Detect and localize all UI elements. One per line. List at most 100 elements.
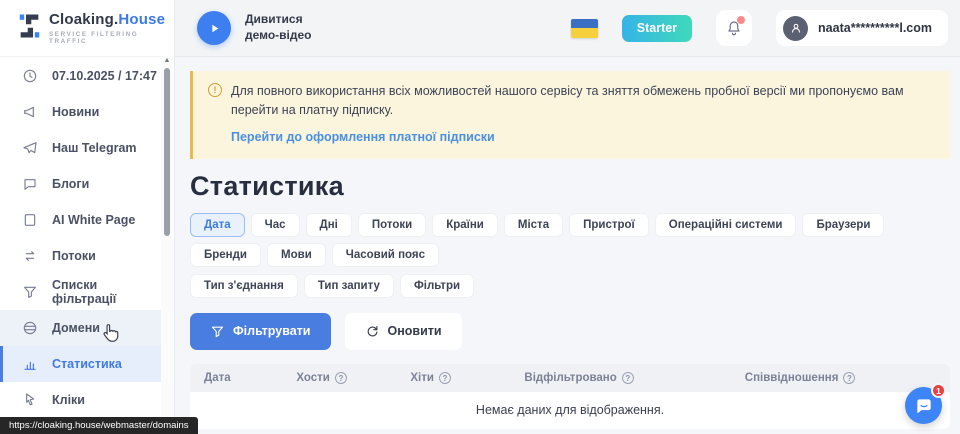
megaphone-icon — [22, 104, 38, 120]
chat-widget-button[interactable]: 1 — [905, 387, 942, 424]
help-icon[interactable]: ? — [335, 372, 347, 384]
play-icon — [208, 22, 221, 35]
sidebar-item-label: Блоги — [52, 177, 89, 191]
user-icon — [789, 21, 803, 35]
user-account-button[interactable]: naata**********l.com — [776, 10, 948, 46]
tab-0-4[interactable]: Країни — [432, 213, 498, 237]
funnel-icon — [210, 324, 225, 339]
banner-text: Для повного використання всіх можливосте… — [231, 82, 910, 120]
column-header-label: Дата — [204, 372, 231, 384]
user-email: naata**********l.com — [818, 21, 932, 35]
demo-video-play-button[interactable] — [197, 11, 231, 45]
logo-tagline: SERVICE FILTERING TRAFFIC — [49, 31, 174, 45]
cloaking-house-logo-icon — [18, 13, 41, 44]
brand-name: Cloaking. — [49, 11, 118, 28]
tab-0-7[interactable]: Операційні системи — [655, 213, 797, 237]
cursor-icon — [22, 392, 38, 408]
tab-1-2[interactable]: Фільтри — [400, 274, 474, 298]
column-header-label: Відфільтровано — [524, 372, 616, 384]
sidebar-item-statistics[interactable]: Статистика — [0, 346, 162, 382]
demo-video-label[interactable]: Дивитися демо-відео — [245, 12, 312, 43]
tab-0-2[interactable]: Дні — [306, 213, 352, 237]
sidebar-item-label: Кліки — [52, 393, 85, 407]
loop-icon — [22, 248, 38, 264]
refresh-button[interactable]: Оновити — [345, 313, 462, 350]
tab-0-10[interactable]: Мови — [267, 243, 326, 267]
tab-row-2: Тип з'єднанняТип запитуФільтри — [190, 274, 950, 298]
tab-0-3[interactable]: Потоки — [358, 213, 426, 237]
sidebar-item-flows[interactable]: Потоки — [0, 238, 162, 274]
help-icon[interactable]: ? — [622, 372, 634, 384]
help-icon[interactable]: ? — [439, 372, 451, 384]
sidebar-item-label: Потоки — [52, 249, 96, 263]
refresh-icon — [365, 324, 380, 339]
ukraine-flag-icon[interactable] — [571, 19, 598, 38]
chat-widget-icon — [914, 396, 934, 416]
column-header: Хіти? — [410, 372, 524, 384]
subscription-link[interactable]: Перейти до оформлення платної підписки — [231, 130, 495, 144]
column-header-label: Співвідношення — [745, 372, 839, 384]
bar-chart-icon — [22, 356, 38, 372]
sidebar-item-label: AI White Page — [52, 213, 135, 227]
app-window: Cloaking.House SERVICE FILTERING TRAFFIC… — [0, 0, 960, 434]
top-header: Дивитися демо-відео Starter naata*******… — [175, 0, 960, 57]
tab-0-1[interactable]: Час — [251, 213, 300, 237]
notification-dot — [737, 16, 745, 24]
sidebar-item-label: Наш Telegram — [52, 141, 137, 155]
tab-0-5[interactable]: Міста — [504, 213, 563, 237]
sidebar-item-label: Списки фільтрації — [52, 278, 162, 306]
tab-row-1: ДатаЧасДніПотокиКраїниМістаПристроїОпера… — [190, 213, 950, 267]
logo-text: Cloaking.House SERVICE FILTERING TRAFFIC — [49, 11, 174, 45]
sidebar-item-label: Домени — [52, 321, 100, 335]
funnel-icon — [22, 284, 38, 300]
column-header: Дата — [190, 372, 296, 384]
sidebar-item-news[interactable]: Новини — [0, 94, 162, 130]
tab-0-8[interactable]: Браузери — [802, 213, 884, 237]
table-empty-state: Немає даних для відображення. — [190, 392, 950, 429]
globe-icon — [22, 320, 38, 336]
sidebar-item-filter-lists[interactable]: Списки фільтрації — [0, 274, 162, 310]
avatar — [783, 16, 808, 41]
sidebar-item-blogs[interactable]: Блоги — [0, 166, 162, 202]
sidebar-item-datetime[interactable]: 07.10.2025 / 17:47 — [0, 58, 162, 94]
scroll-up-icon[interactable]: ▲ — [161, 56, 173, 66]
tab-0-6[interactable]: Пристрої — [569, 213, 649, 237]
column-header: Співвідношення? — [745, 372, 950, 384]
statistics-table-header: ДатаХости?Хіти?Відфільтровано?Співвіднош… — [190, 364, 950, 392]
sidebar-item-label: 07.10.2025 / 17:47 — [52, 69, 157, 83]
tab-0-11[interactable]: Часовий пояс — [332, 243, 439, 267]
column-header: Хости? — [296, 372, 410, 384]
brand-name-accent: House — [118, 11, 165, 28]
header-right: Starter naata**********l.com — [571, 10, 948, 46]
sidebar-item-label: Статистика — [52, 357, 122, 371]
scrollbar-thumb[interactable] — [164, 68, 170, 236]
sidebar-item-telegram[interactable]: Наш Telegram — [0, 130, 162, 166]
trial-warning-banner: ! Для повного використання всіх можливос… — [190, 71, 950, 159]
page-icon — [22, 212, 38, 228]
statistics-tabs: ДатаЧасДніПотокиКраїниМістаПристроїОпера… — [190, 213, 950, 298]
column-header-label: Хости — [296, 372, 330, 384]
tab-0-9[interactable]: Бренди — [190, 243, 261, 267]
page-title: Статистика — [190, 171, 950, 202]
main-content: ! Для повного використання всіх можливос… — [175, 58, 960, 434]
tab-1-0[interactable]: Тип з'єднання — [190, 274, 298, 298]
chat-icon — [22, 176, 38, 192]
filter-button[interactable]: Фільтрувати — [190, 313, 331, 350]
telegram-icon — [22, 140, 38, 156]
notifications-button[interactable] — [716, 10, 752, 46]
chat-badge: 1 — [931, 383, 946, 398]
plan-badge-button[interactable]: Starter — [622, 15, 692, 42]
logo[interactable]: Cloaking.House SERVICE FILTERING TRAFFIC — [0, 0, 174, 57]
sidebar: Cloaking.House SERVICE FILTERING TRAFFIC… — [0, 0, 175, 434]
help-icon[interactable]: ? — [843, 372, 855, 384]
sidebar-item-ai-white-page[interactable]: AI White Page — [0, 202, 162, 238]
sidebar-item-clicks[interactable]: Кліки — [0, 382, 162, 418]
tab-0-0[interactable]: Дата — [190, 213, 245, 237]
action-buttons: Фільтрувати Оновити — [190, 313, 950, 350]
sidebar-item-domains[interactable]: Домени — [0, 310, 162, 346]
sidebar-scrollbar[interactable]: ▲ ▼ — [161, 56, 173, 434]
sidebar-item-label: Новини — [52, 105, 99, 119]
column-header: Відфільтровано? — [524, 372, 744, 384]
link-preview-statusbar: https://cloaking.house/webmaster/domains — [0, 417, 198, 434]
tab-1-1[interactable]: Тип запиту — [304, 274, 394, 298]
